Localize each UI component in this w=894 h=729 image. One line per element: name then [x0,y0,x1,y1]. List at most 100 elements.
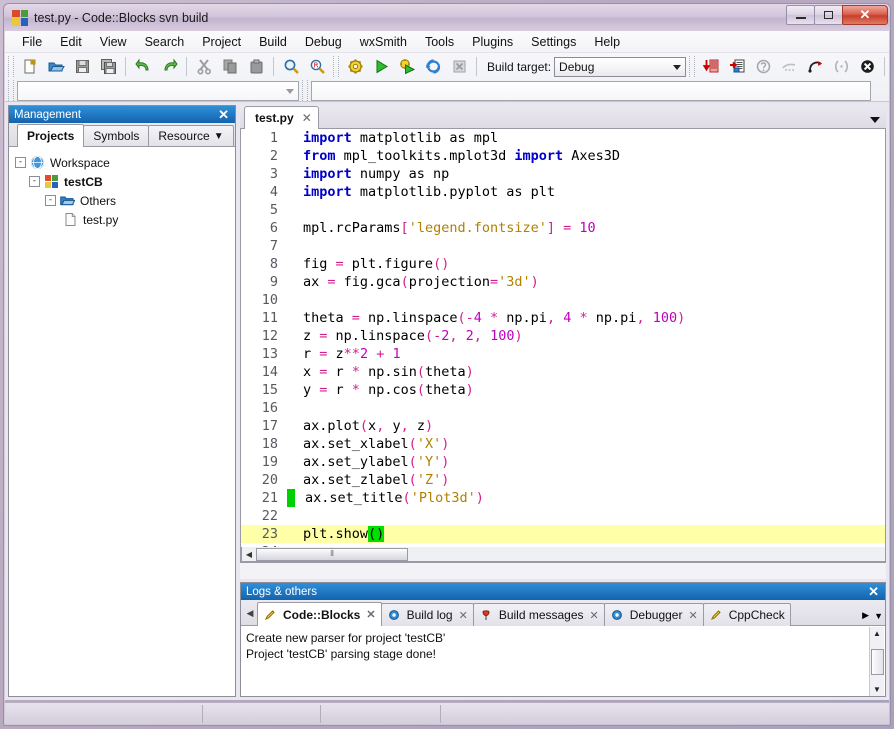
code-line[interactable]: 17 ax.plot(x, y, z) [241,417,885,435]
undo-icon[interactable] [131,55,155,78]
logs-tabs-scroll-left[interactable]: ◀ [243,601,257,625]
replace-icon[interactable]: R [305,55,329,78]
tree-item-workspace[interactable]: - Workspace [15,153,235,172]
menu-build[interactable]: Build [250,33,296,51]
code-line[interactable]: 2 from mpl_toolkits.mplot3d import Axes3D [241,147,885,165]
find-icon[interactable] [279,55,303,78]
code-line[interactable]: 22 [241,507,885,525]
code-line[interactable]: 19 ax.set_ylabel('Y') [241,453,885,471]
code-line[interactable]: 5 [241,201,885,219]
tab-symbols[interactable]: Symbols [83,125,150,146]
logs-tab-cppcheck[interactable]: CppCheck [702,603,791,626]
menu-project[interactable]: Project [193,33,250,51]
scroll-up-icon[interactable]: ▲ [871,627,884,640]
scroll-down-icon[interactable]: ▼ [871,683,884,696]
logs-vertical-scrollbar[interactable]: ▲ ▼ [869,627,884,696]
debug-next-line-icon[interactable] [725,55,749,78]
expander-icon[interactable]: - [45,195,56,206]
code-editor[interactable]: 1 import matplotlib as mpl 2 from mpl_toolk… [240,129,886,563]
save-all-icon[interactable] [96,55,120,78]
expander-icon[interactable]: - [29,176,40,187]
tab-resource[interactable]: Resource ▼ [148,125,234,146]
cut-icon[interactable] [192,55,216,78]
chevron-down-icon[interactable]: ▼ [214,131,224,142]
code-line[interactable]: 4 import matplotlib.pyplot as plt [241,183,885,201]
menu-view[interactable]: View [91,33,136,51]
logs-vscroll-thumb[interactable] [870,648,884,675]
editor-horizontal-scrollbar[interactable]: ◀ ⫴ [241,547,885,562]
code-line[interactable]: 23 plt.show() [241,525,885,543]
code-line[interactable]: 8 fig = plt.figure() [241,255,885,273]
menu-debug[interactable]: Debug [296,33,351,51]
code-completion-symbol-select[interactable] [311,80,871,101]
code-line[interactable]: 6 mpl.rcParams['legend.fontsize'] = 10 [241,219,885,237]
code-line[interactable]: 16 [241,399,885,417]
redo-icon[interactable] [157,55,181,78]
scroll-left-icon[interactable]: ◀ [242,548,256,561]
hscroll-thumb[interactable]: ⫴ [256,547,408,561]
debug-step-out-icon[interactable] [803,55,827,78]
build-target-select[interactable]: Debug [554,56,687,77]
new-file-icon[interactable] [18,55,42,78]
menu-search[interactable]: Search [136,33,194,51]
code-line[interactable]: 15 y = r * np.cos(theta) [241,381,885,399]
menu-wxsmith[interactable]: wxSmith [351,33,416,51]
editor-tab-test-py[interactable]: test.py ✕ [244,106,319,129]
menu-settings[interactable]: Settings [522,33,585,51]
close-icon[interactable]: ✕ [459,609,468,622]
close-icon[interactable]: ✕ [302,111,312,125]
toolbar-grip[interactable] [302,80,308,101]
debug-window-icon[interactable] [890,55,894,78]
expander-icon[interactable]: - [15,157,26,168]
maximize-button[interactable] [814,5,843,25]
tab-projects[interactable]: Projects [17,124,85,147]
logs-close-icon[interactable]: ✕ [868,585,881,598]
debug-various-icon[interactable] [829,55,853,78]
code-line[interactable]: 11 theta = np.linspace(-4 * np.pi, 4 * np… [241,309,885,327]
rebuild-icon[interactable] [421,55,445,78]
open-file-icon[interactable] [44,55,68,78]
close-icon[interactable]: ✕ [688,609,697,622]
logs-tab-build-messages[interactable]: Build messages ✕ [472,603,605,626]
code-line[interactable]: 7 [241,237,885,255]
debug-dots-icon[interactable] [777,55,801,78]
tree-item-project[interactable]: - testCB [15,172,235,191]
code-completion-scope-select[interactable] [17,80,299,101]
menu-edit[interactable]: Edit [51,33,91,51]
menu-file[interactable]: File [13,33,51,51]
paste-icon[interactable] [244,55,268,78]
logs-tabs-menu-icon[interactable]: ▼ [874,611,883,621]
build-and-run-icon[interactable] [395,55,419,78]
debug-stop-icon[interactable] [855,55,879,78]
code-line[interactable]: 3 import numpy as np [241,165,885,183]
code-line[interactable]: 10 [241,291,885,309]
build-icon[interactable] [343,55,367,78]
chevron-down-icon[interactable] [870,117,880,123]
run-icon[interactable] [369,55,393,78]
logs-tab-debugger[interactable]: Debugger ✕ [603,603,704,626]
debug-info-icon[interactable] [751,55,775,78]
save-icon[interactable] [70,55,94,78]
tree-item-others[interactable]: - Others [15,191,235,210]
close-icon[interactable]: ✕ [366,608,375,621]
menu-plugins[interactable]: Plugins [463,33,522,51]
abort-icon[interactable] [447,55,471,78]
code-line[interactable]: 20 ax.set_zlabel('Z') [241,471,885,489]
toolbar-grip[interactable] [8,80,14,101]
close-icon[interactable]: ✕ [590,609,599,622]
code-line[interactable]: 12 z = np.linspace(-2, 2, 100) [241,327,885,345]
logs-tabs-scroll-right[interactable]: ▶ [862,610,869,621]
management-close-icon[interactable]: ✕ [218,108,231,121]
minimize-button[interactable] [786,5,815,25]
code-line[interactable]: 9 ax = fig.gca(projection='3d') [241,273,885,291]
close-button[interactable]: ✕ [842,5,888,25]
code-line[interactable]: 13 r = z**2 + 1 [241,345,885,363]
logs-message-list[interactable]: Create new parser for project 'testCB' P… [242,627,870,695]
code-line[interactable]: 18 ax.set_xlabel('X') [241,435,885,453]
toolbar-grip[interactable] [8,56,14,77]
code-line[interactable]: 21 ax.set_title('Plot3d') [241,489,885,507]
logs-tab-build-log[interactable]: Build log ✕ [380,603,474,626]
toolbar-grip[interactable] [333,56,339,77]
logs-tab-codeblocks[interactable]: Code::Blocks ✕ [257,602,382,626]
menu-help[interactable]: Help [585,33,629,51]
